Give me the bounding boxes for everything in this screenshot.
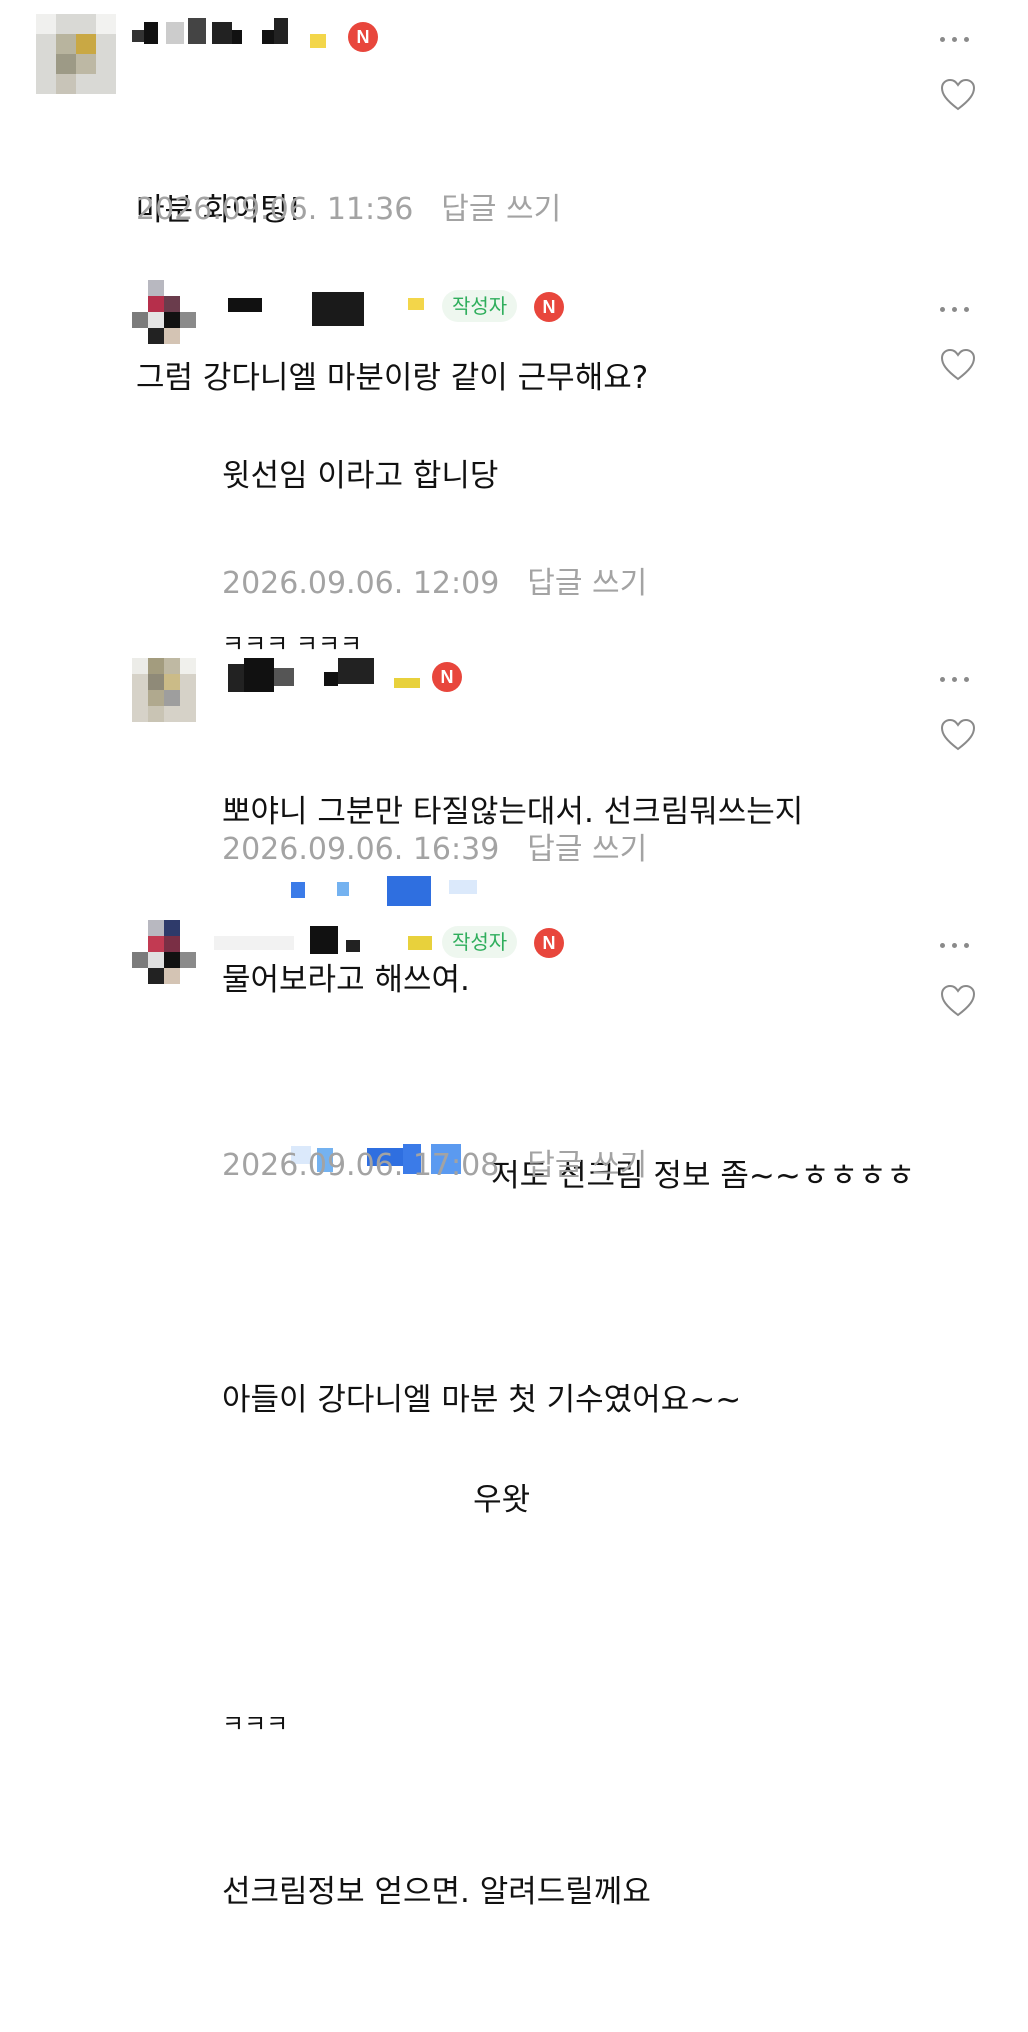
reply-button[interactable]: 답글 쓰기 (527, 832, 647, 867)
comment-line: 윗선임 이라고 합니당 (222, 458, 499, 494)
comment-meta: 2026.09.06. 17:08 답글 쓰기 (222, 1140, 647, 1184)
nickname-blurred[interactable] (132, 18, 302, 58)
heart-icon[interactable] (940, 984, 976, 1018)
timestamp: 2026.09.06. 16:39 (222, 832, 500, 867)
heart-icon[interactable] (940, 78, 976, 112)
timestamp: 2026.09.06. 12:09 (222, 566, 500, 601)
comment-line-text: 우왓 (473, 1482, 531, 1518)
level-icon (310, 34, 326, 48)
reply-button[interactable]: 답글 쓰기 (441, 192, 561, 227)
more-icon[interactable] (940, 34, 972, 44)
more-icon[interactable] (940, 674, 972, 684)
nickname-blurred[interactable] (214, 658, 434, 698)
avatar[interactable] (36, 14, 116, 94)
avatar[interactable] (132, 280, 196, 344)
more-icon[interactable] (940, 304, 972, 314)
nickname-blurred[interactable] (214, 926, 434, 966)
mention-blurred[interactable] (281, 872, 485, 906)
author-badge: 작성자 (442, 290, 518, 322)
avatar[interactable] (132, 658, 196, 722)
comment-text: 우왓 ㅋㅋㅋ 선크림정보 얻으면. 알려드릴께요 (222, 972, 651, 2032)
heart-icon[interactable] (940, 718, 976, 752)
avatar[interactable] (132, 920, 196, 984)
reply-button[interactable]: 답글 쓰기 (527, 566, 647, 601)
comment-meta: 2026.09.06. 12:09 답글 쓰기 (222, 558, 647, 602)
naver-n-icon: N (432, 662, 462, 692)
comment-item: 작성자 N 윗선임 이라고 합니당 ㅋㅋㅋ ㅋㅋㅋ 뽀야니 그분만 타질않는대서… (0, 270, 1028, 998)
heart-icon[interactable] (940, 348, 976, 382)
nickname-blurred[interactable] (228, 292, 428, 332)
naver-n-icon: N (534, 928, 564, 958)
comment-item: N 마분 화이팅! 그럼 강다니엘 마분이랑 같이 근무해요? 2026.09.… (0, 0, 1028, 396)
reply-button[interactable]: 답글 쓰기 (527, 1148, 647, 1183)
comment-item: N 저도 선크림 정보 좀~~ㅎㅎㅎㅎ 아들이 강다니엘 마분 첫 기수였어요~… (0, 640, 1028, 1418)
comment-item: 작성자 N 우왓 ㅋㅋㅋ 선크림정보 얻으면. 알려드릴께요 2026.09.0… (0, 906, 1028, 1910)
comment-meta: 2026.09.06. 11:36 답글 쓰기 (136, 184, 561, 228)
comment-line: 선크림정보 얻으면. 알려드릴께요 (222, 1874, 651, 1910)
author-badge: 작성자 (442, 926, 518, 958)
timestamp: 2026.09.06. 17:08 (222, 1148, 500, 1183)
timestamp: 2026.09.06. 11:36 (136, 192, 414, 227)
naver-n-icon: N (348, 22, 378, 52)
comment-line: ㅋㅋㅋ (222, 1710, 289, 1738)
comment-meta: 2026.09.06. 16:39 답글 쓰기 (222, 824, 647, 868)
naver-n-icon: N (534, 292, 564, 322)
more-icon[interactable] (940, 940, 972, 950)
